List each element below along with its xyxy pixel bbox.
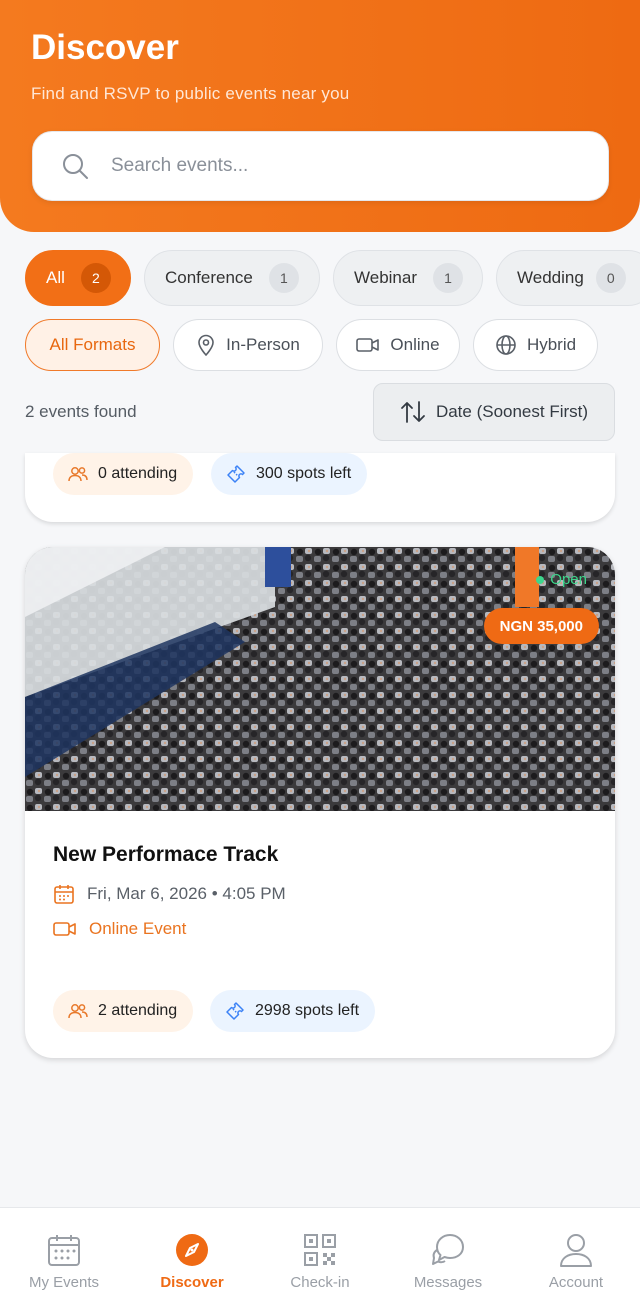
attending-pill: 0 attending [53,453,194,495]
format-chip-online[interactable]: Online [336,319,460,371]
sort-label: Date (Soonest First) [435,402,589,421]
category-chip-label: Wedding [517,268,584,287]
event-card[interactable]: 0 attending 300 spots left [25,453,615,522]
sort-arrows-icon [401,401,425,423]
category-chip-all[interactable]: All 2 [25,250,131,306]
category-filter: All 2 Conference 1 Webinar 1 Wedding 0 [0,250,640,308]
category-count-badge: 0 [595,263,626,293]
search-bar[interactable] [32,131,609,201]
event-cover-image [25,547,615,811]
compass-icon [176,1234,208,1266]
category-chip-label: Webinar [354,268,417,287]
spots-left: 300 spots left [256,465,352,482]
calendar-icon [54,885,74,904]
status-dot [536,575,545,584]
map-pin-icon [198,334,214,356]
nav-item-discover[interactable]: Discover [128,1208,256,1309]
category-chip-label: Conference [165,268,253,287]
search-icon [63,154,88,179]
nav-label: Messages [413,1274,483,1291]
event-format-text: Online Event [89,919,187,938]
status-label: Open [550,571,587,588]
nav-item-messages[interactable]: Messages [384,1208,512,1309]
format-chip-label: All Formats [49,335,136,354]
users-icon [68,1004,88,1019]
event-date: Fri, Mar 6, 2026 • 4:05 PM [53,883,286,905]
calendar-icon [48,1235,80,1266]
ticket-icon [226,1002,244,1020]
discover-header: Discover Find and RSVP to public events … [0,0,640,232]
video-icon [356,338,380,352]
spots-pill: 300 spots left [211,453,368,495]
results-count: 2 events found [25,402,137,421]
user-icon [560,1234,592,1267]
category-chip-label: All [46,268,65,287]
category-chip-wedding[interactable]: Wedding 0 [496,250,640,306]
attending-count: 0 attending [98,465,178,482]
attending-pill: 2 attending [53,990,194,1032]
ticket-icon [227,465,245,483]
format-chip-label: Online [390,335,440,354]
spots-left: 2998 spots left [255,1002,360,1019]
globe-icon [496,335,516,355]
category-count-badge: 1 [433,263,463,293]
video-icon [53,922,76,936]
format-filter: All Formats In-Person Online Hybrid [0,319,640,373]
qr-code-icon [304,1234,336,1266]
event-format: Online Event [53,919,186,939]
format-chip-all[interactable]: All Formats [25,319,160,371]
nav-item-my-events[interactable]: My Events [0,1208,128,1309]
format-chip-hybrid[interactable]: Hybrid [473,319,598,371]
attending-count: 2 attending [98,1002,178,1019]
price-badge: NGN 35,000 [483,608,599,644]
chat-icon [432,1234,464,1265]
event-card[interactable]: Open NGN 35,000 New Performace Track Fri… [25,547,615,1058]
event-title: New Performace Track [53,843,279,866]
users-icon [68,467,88,482]
event-date-text: Fri, Mar 6, 2026 • 4:05 PM [87,884,286,903]
spots-pill: 2998 spots left [210,990,376,1032]
category-chip-webinar[interactable]: Webinar 1 [333,250,483,306]
format-chip-label: Hybrid [526,335,577,354]
category-chip-conference[interactable]: Conference 1 [144,250,320,306]
nav-item-account[interactable]: Account [512,1208,640,1309]
nav-label: Account [548,1274,604,1291]
nav-label: Discover [160,1274,224,1291]
bottom-nav: My Events Discover Check-in Messages Acc… [0,1207,640,1309]
status-badge: Open [536,571,587,588]
nav-label: My Events [28,1274,100,1291]
nav-item-check-in[interactable]: Check-in [256,1208,384,1309]
nav-label: Check-in [290,1274,350,1291]
category-count-badge: 1 [268,263,299,293]
format-chip-in-person[interactable]: In-Person [173,319,323,371]
page-title: Discover [31,28,179,67]
page-subtitle: Find and RSVP to public events near you [31,84,350,103]
category-count-badge: 2 [80,263,111,293]
format-chip-label: In-Person [226,335,300,354]
search-input[interactable] [111,155,571,177]
sort-button[interactable]: Date (Soonest First) [373,383,615,441]
